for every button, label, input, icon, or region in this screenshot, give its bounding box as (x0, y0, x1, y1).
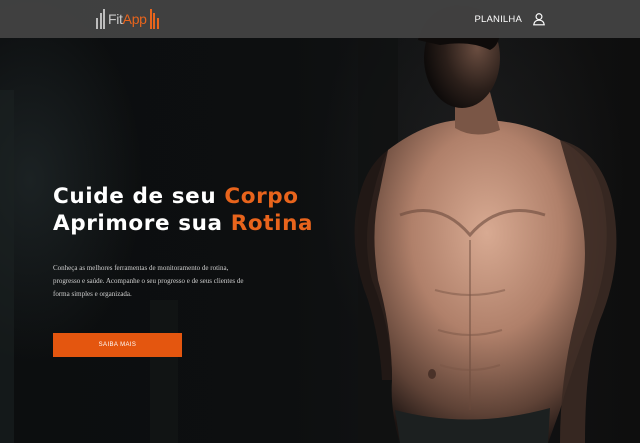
description-line: Conheça as melhores ferramentas de monit… (53, 264, 229, 272)
description-line: progresso e saúde. Acompanhe o seu progr… (53, 277, 244, 285)
headline-accent-corpo: Corpo (224, 184, 299, 209)
logo-text-fit: Fit (108, 11, 123, 27)
headline-line-2: Aprimore sua Rotina (53, 210, 313, 237)
top-navbar: FitApp PLANILHA (0, 0, 640, 38)
headline-accent-rotina: Rotina (230, 211, 314, 236)
logo-bars-icon (96, 9, 105, 29)
logo-bars-right-icon (149, 9, 159, 29)
nav-right-group: PLANILHA (474, 12, 546, 26)
nav-link-planilha[interactable]: PLANILHA (474, 14, 522, 25)
headline-line-2-text: Aprimore sua (53, 211, 231, 236)
headline-line-1: Cuide de seu Corpo (53, 183, 313, 210)
user-icon[interactable] (532, 12, 546, 26)
hero-description: Conheça as melhores ferramentas de monit… (53, 262, 268, 301)
brand-logo[interactable]: FitApp (96, 9, 159, 29)
headline-line-1-text: Cuide de seu (53, 184, 225, 209)
logo-wordmark: FitApp (108, 11, 147, 27)
description-line: forma simples e organizada. (53, 290, 132, 298)
hero-headline: Cuide de seu Corpo Aprimore sua Rotina (53, 183, 313, 237)
saiba-mais-button[interactable]: SAIBA MAIS (53, 333, 182, 357)
logo-text-app: App (122, 11, 147, 27)
